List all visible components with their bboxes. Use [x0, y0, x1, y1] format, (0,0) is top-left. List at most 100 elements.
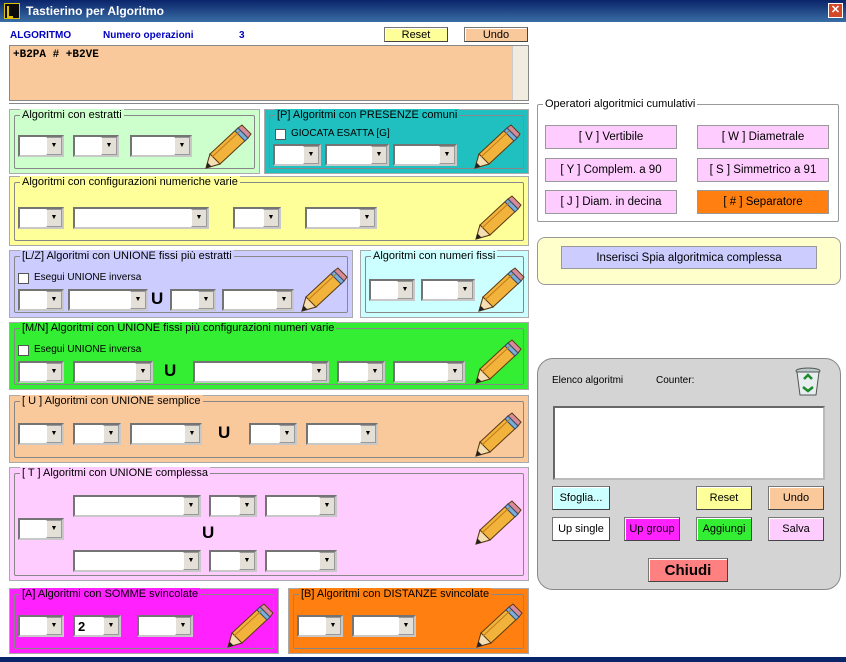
somme-dropdown-3[interactable]: ▼: [137, 615, 193, 637]
simmetrico-91-button[interactable]: [ S ] Simmetrico a 91: [697, 158, 829, 182]
elenco-panel: Elenco algoritmi Counter: Sfoglia... Res…: [537, 358, 841, 590]
complem-90-button[interactable]: [ Y ] Complem. a 90: [545, 158, 677, 182]
reset-button[interactable]: Reset: [384, 27, 448, 42]
group-presenze: [P] Algoritmi con PRESENZE comuni GIOCAT…: [264, 109, 529, 174]
app-icon: [4, 3, 20, 19]
inserisci-spia-button[interactable]: Inserisci Spia algoritmica complessa: [561, 246, 817, 269]
unione-config-dropdown-4[interactable]: ▼: [337, 361, 385, 383]
unione-config-dropdown-1[interactable]: ▼: [18, 361, 64, 383]
pencil-icon[interactable]: [472, 412, 522, 460]
unione-complessa-dropdown-6[interactable]: ▼: [265, 550, 337, 572]
group-numeri-fissi-title: Algoritmi con numeri fissi: [371, 250, 498, 262]
union-symbol: U: [218, 423, 231, 442]
group-unione-semplice-title: [ U ] Algoritmi con UNIONE semplice: [20, 395, 203, 407]
group-distanze: [B] Algoritmi con DISTANZE svincolate ▼ …: [288, 588, 529, 654]
pencil-icon[interactable]: [473, 603, 523, 651]
unione-estratti-dropdown-1[interactable]: ▼: [18, 289, 64, 311]
distanze-dropdown-1[interactable]: ▼: [297, 615, 343, 637]
somme-dropdown-1[interactable]: ▼: [18, 615, 64, 637]
group-unione-estratti-title: [L/Z] Algoritmi con UNIONE fissi più est…: [20, 250, 234, 262]
unione-estratti-dropdown-4[interactable]: ▼: [222, 289, 294, 311]
somme-value: 2: [78, 619, 86, 634]
estratti-dropdown-2[interactable]: ▼: [73, 135, 119, 157]
undo-button[interactable]: Undo: [464, 27, 528, 42]
giocata-esatta-label: GIOCATA ESATTA [G]: [291, 128, 390, 139]
unione-semplice-dropdown-4[interactable]: ▼: [249, 423, 297, 445]
presenze-dropdown-2[interactable]: ▼: [325, 144, 389, 166]
pencil-icon[interactable]: [475, 267, 525, 315]
unione-complessa-dropdown-2[interactable]: ▼: [209, 495, 257, 517]
pencil-icon[interactable]: [298, 267, 348, 315]
formula-field[interactable]: +B2PA # +B2VE: [9, 45, 529, 101]
unione-complessa-dropdown-3[interactable]: ▼: [265, 495, 337, 517]
elenco-undo-button[interactable]: Undo: [768, 486, 824, 510]
sfoglia-button[interactable]: Sfoglia...: [552, 486, 610, 510]
numero-operazioni-value: 3: [239, 30, 245, 41]
config-dropdown-2[interactable]: ▼: [73, 207, 209, 229]
config-dropdown-1[interactable]: ▼: [18, 207, 64, 229]
union-symbol: U: [164, 361, 177, 380]
union-symbol: U: [151, 289, 164, 308]
unione-inversa-checkbox[interactable]: [18, 273, 29, 284]
estratti-dropdown-1[interactable]: ▼: [18, 135, 64, 157]
group-somme: [A] Algoritmi con SOMME svincolate ▼ 2 ▼ …: [9, 588, 279, 654]
unione-config-dropdown-3[interactable]: ▼: [193, 361, 329, 383]
formula-scrollbar[interactable]: [512, 46, 528, 100]
unione-complessa-dropdown-5[interactable]: ▼: [209, 550, 257, 572]
up-group-button[interactable]: Up group: [624, 517, 680, 541]
divider: [9, 103, 529, 104]
group-config: Algoritmi con configurazioni numeriche v…: [9, 176, 529, 246]
group-unione-semplice: [ U ] Algoritmi con UNIONE semplice ▼ ▼ …: [9, 395, 529, 463]
unione-config-dropdown-5[interactable]: ▼: [393, 361, 465, 383]
group-unione-config-title: [M/N] Algoritmi con UNIONE fissi più con…: [20, 322, 337, 334]
pencil-icon[interactable]: [472, 195, 522, 243]
up-single-button[interactable]: Up single: [552, 517, 610, 541]
group-presenze-title: [P] Algoritmi con PRESENZE comuni: [275, 109, 460, 121]
somme-dropdown-2[interactable]: 2 ▼: [73, 615, 121, 637]
operators-panel: Operatori algoritmici cumulativi [ V ] V…: [537, 98, 839, 222]
unione-semplice-dropdown-3[interactable]: ▼: [130, 423, 202, 445]
config-dropdown-4[interactable]: ▼: [305, 207, 377, 229]
unione-inversa-label: Esegui UNIONE inversa: [34, 272, 142, 283]
close-icon[interactable]: ✕: [828, 3, 843, 18]
recycle-bin-icon[interactable]: [794, 365, 822, 397]
pencil-icon[interactable]: [224, 603, 274, 651]
operators-title: Operatori algoritmici cumulativi: [543, 98, 698, 110]
group-somme-title: [A] Algoritmi con SOMME svincolate: [20, 588, 201, 600]
pencil-icon[interactable]: [202, 124, 252, 172]
unione-semplice-dropdown-2[interactable]: ▼: [73, 423, 121, 445]
diam-decina-button[interactable]: [ J ] Diam. in decina: [545, 190, 677, 214]
numeri-fissi-dropdown-2[interactable]: ▼: [421, 279, 475, 301]
config-dropdown-3[interactable]: ▼: [233, 207, 281, 229]
pencil-icon[interactable]: [471, 124, 521, 172]
presenze-dropdown-3[interactable]: ▼: [393, 144, 457, 166]
unione-inversa-checkbox-2[interactable]: [18, 345, 29, 356]
unione-semplice-dropdown-1[interactable]: ▼: [18, 423, 64, 445]
aggiungi-button[interactable]: Aggiungi: [696, 517, 752, 541]
unione-complessa-dropdown-4[interactable]: ▼: [73, 550, 201, 572]
presenze-dropdown-1[interactable]: ▼: [273, 144, 321, 166]
unione-config-dropdown-2[interactable]: ▼: [73, 361, 153, 383]
group-unione-config: [M/N] Algoritmi con UNIONE fissi più con…: [9, 322, 529, 390]
elenco-list[interactable]: [553, 406, 825, 480]
unione-estratti-dropdown-2[interactable]: ▼: [68, 289, 148, 311]
elenco-reset-button[interactable]: Reset: [696, 486, 752, 510]
distanze-dropdown-2[interactable]: ▼: [352, 615, 416, 637]
unione-semplice-dropdown-5[interactable]: ▼: [306, 423, 378, 445]
group-unione-estratti: [L/Z] Algoritmi con UNIONE fissi più est…: [9, 250, 353, 318]
vertibile-button[interactable]: [ V ] Vertibile: [545, 125, 677, 149]
diametrale-button[interactable]: [ W ] Diametrale: [697, 125, 829, 149]
pencil-icon[interactable]: [472, 500, 522, 548]
giocata-esatta-checkbox[interactable]: [275, 129, 286, 140]
unione-complessa-dropdown-1[interactable]: ▼: [73, 495, 201, 517]
unione-complessa-dropdown-main[interactable]: ▼: [18, 518, 64, 540]
separatore-button[interactable]: [ # ] Separatore: [697, 190, 829, 214]
chiudi-button[interactable]: Chiudi: [648, 558, 728, 582]
estratti-dropdown-3[interactable]: ▼: [130, 135, 192, 157]
salva-button[interactable]: Salva: [768, 517, 824, 541]
counter-label: Counter:: [656, 375, 695, 386]
numeri-fissi-dropdown-1[interactable]: ▼: [369, 279, 415, 301]
pencil-icon[interactable]: [472, 339, 522, 387]
group-config-title: Algoritmi con configurazioni numeriche v…: [20, 176, 240, 188]
unione-estratti-dropdown-3[interactable]: ▼: [170, 289, 216, 311]
